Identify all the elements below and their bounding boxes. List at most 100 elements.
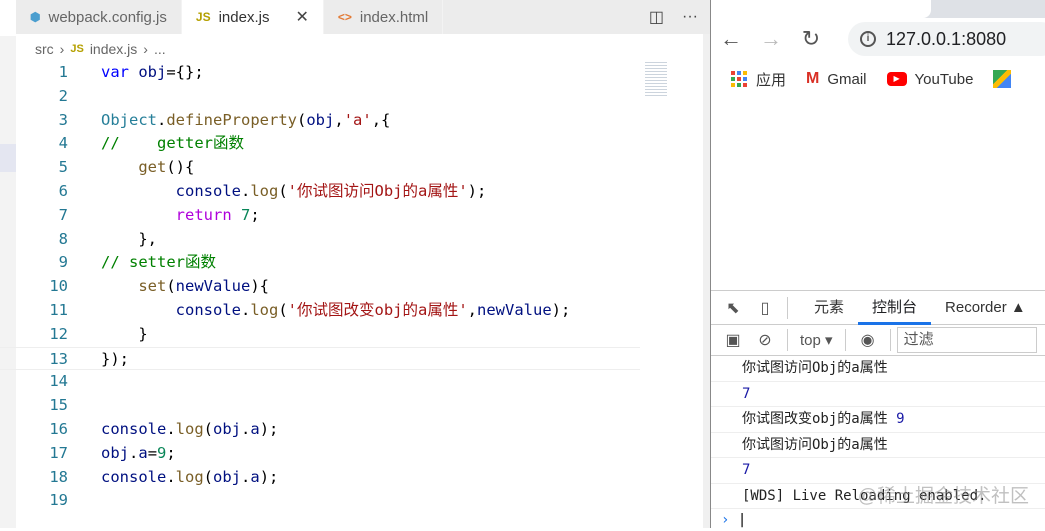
code-token: '你试图访问Obj的a属性' [287, 181, 468, 200]
watermark: @稀土掘金技术社区 [857, 486, 1029, 507]
code-token: ); [551, 300, 571, 319]
code-token: '你试图改变obj的a属性' [287, 300, 468, 319]
code-token: 9 [157, 443, 167, 462]
sidebar-toggle-icon[interactable]: ▣ [723, 330, 743, 350]
code-line[interactable]: 6 console.log('你试图访问Obj的a属性'); [0, 180, 640, 204]
info-icon[interactable]: i [860, 31, 876, 47]
tab-console[interactable]: 控制台 [858, 291, 932, 325]
code-token: . [241, 467, 251, 486]
code-token: 7 [241, 205, 251, 224]
code-token: console [175, 181, 241, 200]
bookmark-apps[interactable]: 应用 [731, 69, 786, 90]
code-line[interactable]: 4 // getter函数 [0, 132, 640, 156]
code-token: defineProperty [166, 110, 297, 129]
code-line[interactable]: 9 // setter函数 [0, 251, 640, 275]
device-toolbar-icon[interactable]: ▯ [755, 298, 775, 318]
code-editor: ⬢ webpack.config.js JS index.js ✕ <> index.h… [0, 0, 710, 528]
code-token: ( [166, 277, 176, 296]
tab-webpack-config[interactable]: ⬢ webpack.config.js [16, 0, 182, 34]
code-area[interactable]: 1 var obj={}; 2 3 Object.defineProperty(obj,… [0, 61, 640, 513]
address-bar[interactable]: i 127.0.0.1:8080 [848, 22, 1045, 56]
code-token: } [101, 324, 148, 343]
code-line[interactable]: 5 get(){ [0, 156, 640, 180]
line-content: // getter函数 [101, 132, 244, 156]
console-message: 你试图访问Obj的a属性 [711, 433, 1045, 458]
code-line[interactable]: 3 Object.defineProperty(obj,'a',{ [0, 109, 640, 133]
code-token: ( [203, 419, 214, 438]
code-token: a [250, 467, 260, 486]
back-icon[interactable]: ← [711, 26, 751, 52]
code-token: obj [101, 443, 129, 462]
line-number: 19 [49, 491, 68, 510]
line-number: 5 [58, 158, 68, 177]
reload-icon[interactable]: ↻ [791, 26, 831, 52]
tab-index-html[interactable]: <> index.html [323, 0, 444, 34]
maps-icon [993, 70, 1012, 88]
line-content: } [101, 323, 148, 347]
code-token: obj [306, 110, 335, 129]
chevron-right-icon: › [143, 41, 148, 57]
code-token: ( [278, 181, 288, 200]
code-token: ; [250, 205, 260, 224]
line-number: 2 [58, 86, 68, 105]
breadcrumb-file[interactable]: index.js [90, 41, 137, 57]
code-line[interactable]: 12 } [0, 323, 640, 347]
code-line[interactable]: 16 console.log(obj.a); [0, 418, 640, 442]
context-select[interactable]: top ▾ [800, 331, 833, 349]
code-line[interactable]: 14 [0, 370, 640, 394]
more-actions-icon[interactable]: ··· [682, 8, 698, 26]
browser-toolbar: ← → ↻ i 127.0.0.1:8080 [711, 18, 1045, 60]
tab-index-js[interactable]: JS index.js ✕ [181, 0, 324, 34]
line-content: console.log(obj.a); [101, 466, 278, 490]
line-content: }, [101, 228, 157, 252]
line-number: 4 [58, 134, 68, 153]
apps-icon [731, 70, 748, 88]
minimap[interactable] [645, 62, 667, 98]
bookmark-gmail[interactable]: M Gmail [806, 70, 867, 88]
code-line[interactable]: 8 }, [0, 228, 640, 252]
console-message: 7 [711, 458, 1045, 484]
filter-input[interactable]: 过滤 [896, 327, 1037, 353]
eye-icon[interactable]: ◉ [858, 330, 878, 350]
code-line[interactable]: 10 set(newValue){ [0, 275, 640, 299]
code-line[interactable]: 18 console.log(obj.a); [0, 466, 640, 490]
tab-elements[interactable]: 元素 [800, 291, 858, 325]
line-number: 10 [49, 277, 68, 296]
code-token: log [175, 419, 204, 438]
scrollbar[interactable] [703, 34, 710, 528]
code-line[interactable]: 7 return 7; [0, 204, 640, 228]
code-line[interactable]: 19 [0, 489, 640, 513]
code-token: console [175, 300, 241, 319]
clear-console-icon[interactable]: ⊘ [755, 330, 775, 350]
close-icon[interactable]: ✕ [295, 7, 308, 27]
code-token: ={}; [166, 63, 204, 81]
inspect-icon[interactable]: ⬉ [723, 298, 743, 318]
code-token: . [166, 467, 176, 486]
code-line[interactable]: 1 var obj={}; [0, 61, 640, 85]
code-token: ( [297, 110, 307, 129]
youtube-icon: ▶ [886, 72, 907, 86]
code-token: a [138, 443, 148, 462]
code-line[interactable]: 15 [0, 394, 640, 418]
forward-icon[interactable]: → [751, 26, 791, 52]
line-content: Object.defineProperty(obj,'a',{ [101, 109, 390, 133]
bookmark-maps[interactable] [993, 70, 1012, 88]
line-number: 17 [49, 443, 68, 462]
code-line[interactable]: 11 console.log('你试图改变obj的a属性',newValue); [0, 299, 640, 323]
tab-recorder[interactable]: Recorder ▲ [931, 291, 1040, 325]
bookmark-youtube[interactable]: ▶ YouTube [886, 71, 973, 88]
breadcrumb-symbol[interactable]: ... [154, 41, 166, 57]
breadcrumb-src[interactable]: src [35, 41, 54, 57]
line-number: 15 [49, 396, 68, 415]
split-editor-icon[interactable]: ◫ [649, 7, 664, 27]
code-line[interactable]: 13}); [0, 346, 640, 371]
line-content: var obj={}; [101, 61, 204, 85]
code-line[interactable]: 17 obj.a=9; [0, 442, 640, 466]
code-token: ( [203, 467, 214, 486]
code-token: , [334, 110, 344, 129]
code-token: log [250, 300, 279, 319]
line-number: 14 [49, 372, 68, 391]
code-line[interactable]: 2 [0, 85, 640, 109]
